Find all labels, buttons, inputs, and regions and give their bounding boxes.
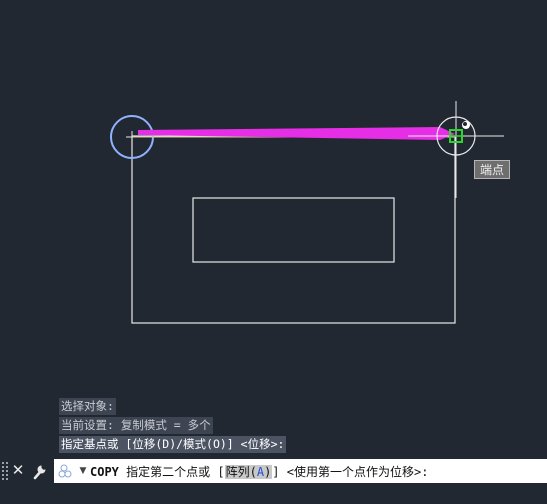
command-name: COPY bbox=[90, 464, 119, 479]
chevron-down-icon[interactable]: ▼ bbox=[78, 461, 88, 481]
drag-grip-icon[interactable] bbox=[2, 462, 8, 480]
inner-rectangle bbox=[192, 197, 395, 263]
recent-commands-icon[interactable] bbox=[56, 461, 78, 481]
array-option[interactable]: 阵列(A) bbox=[224, 464, 273, 479]
command-bar: ✕ ▼ COPY 指定第二个点或 [阵列(A)] <使用第一个点作为位移>: bbox=[0, 458, 547, 484]
command-prompt: COPY 指定第二个点或 [阵列(A)] <使用第一个点作为位移>: bbox=[90, 464, 429, 479]
outer-rectangle bbox=[131, 135, 456, 324]
wrench-icon[interactable] bbox=[31, 461, 49, 481]
command-history: 选择对象: 当前设置: 复制模式 = 多个 指定基点或 [位移(D)/模式(O)… bbox=[59, 398, 287, 455]
close-icon[interactable]: ✕ bbox=[11, 460, 25, 480]
rubber-band-arrow bbox=[138, 127, 455, 140]
snap-tooltip: 端点 bbox=[474, 160, 510, 179]
history-line: 当前设置: 复制模式 = 多个 bbox=[59, 417, 213, 434]
command-input[interactable]: ▼ COPY 指定第二个点或 [阵列(A)] <使用第一个点作为位移>: bbox=[54, 459, 547, 483]
history-line: 选择对象: bbox=[59, 398, 116, 415]
history-line: 指定基点或 [位移(D)/模式(O)] <位移>: bbox=[59, 436, 287, 453]
